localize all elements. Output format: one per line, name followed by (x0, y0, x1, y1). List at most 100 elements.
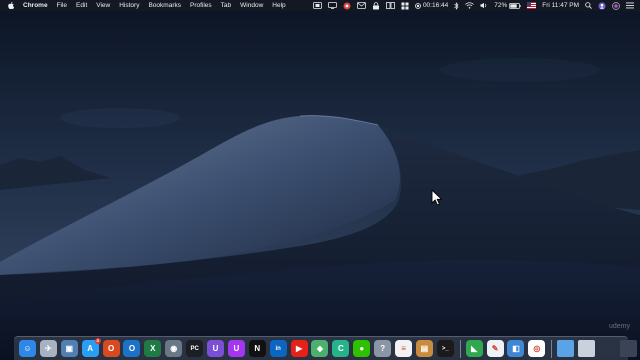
red-status-icon[interactable] (343, 0, 351, 11)
linkedin-glyph: in (275, 345, 281, 352)
preview-glyph: ▣ (65, 343, 74, 353)
battery-icon (509, 2, 521, 9)
u-app-icon[interactable]: U (207, 340, 225, 357)
wechat-glyph: ● (359, 343, 365, 353)
youtube-glyph: ▶ (296, 343, 303, 353)
help-glyph: ? (380, 343, 386, 353)
udemy-glyph: U (233, 343, 240, 353)
office-icon[interactable]: O (102, 340, 120, 357)
menu-view[interactable]: View (96, 0, 110, 11)
menu-tab[interactable]: Tab (221, 0, 231, 11)
linkedin-icon[interactable]: in (269, 340, 287, 357)
pycharm-icon[interactable]: PC (186, 340, 204, 357)
terminal-glyph: >_ (441, 345, 449, 352)
screenshot-icon[interactable]: ◧ (507, 340, 525, 357)
excel-icon[interactable]: X (144, 340, 162, 357)
desktop[interactable]: Chrome File Edit View History Bookmarks … (0, 0, 640, 360)
user-avatar-icon[interactable] (598, 0, 606, 11)
vpn-icon[interactable] (372, 0, 380, 11)
grid-icon[interactable] (401, 0, 409, 11)
camtasia-glyph: ◣ (471, 343, 478, 353)
chrome-icon[interactable]: ◎ (528, 340, 546, 357)
preview-icon[interactable]: ▣ (60, 340, 78, 357)
screen-record-icon[interactable] (313, 0, 322, 11)
display-icon[interactable] (328, 0, 337, 11)
netflix-icon[interactable]: N (248, 340, 266, 357)
timer-text: 00:16:44 (422, 2, 449, 9)
app-store-glyph: A (87, 343, 94, 353)
help-icon[interactable]: ? (374, 340, 392, 357)
menu-bar: Chrome File Edit View History Bookmarks … (0, 0, 640, 11)
finder-glyph: ☺ (23, 343, 32, 353)
textedit-glyph: ✎ (491, 343, 499, 353)
textedit-icon[interactable]: ✎ (486, 340, 504, 357)
stack-icon[interactable] (599, 340, 617, 357)
bluetooth-icon[interactable] (454, 0, 459, 11)
siri-icon[interactable] (612, 0, 620, 11)
udemy-icon[interactable]: U (227, 340, 245, 357)
camtasia-icon[interactable]: ◣ (465, 340, 483, 357)
todoist-glyph: ≡ (401, 343, 406, 353)
spotlight-search-icon[interactable] (585, 0, 592, 11)
mail-icon[interactable] (357, 0, 366, 11)
disk-utility-icon[interactable]: ◉ (165, 340, 183, 357)
screenshot-glyph: ◧ (512, 343, 520, 353)
mouse-cursor-icon (431, 189, 443, 206)
notification-badge: 4 (94, 338, 101, 344)
dock-folders (557, 340, 640, 357)
pycharm-glyph: PC (190, 345, 199, 352)
app-store-icon[interactable]: A4 (81, 338, 101, 357)
clock[interactable]: Fri 11:47 PM (542, 0, 579, 11)
wechat-icon[interactable]: ● (353, 340, 371, 357)
notification-center-icon[interactable] (626, 0, 634, 11)
menu-window[interactable]: Window (240, 0, 263, 11)
menu-help[interactable]: Help (272, 0, 285, 11)
volume-icon[interactable] (480, 0, 488, 11)
menu-profiles[interactable]: Profiles (190, 0, 212, 11)
terminal-icon[interactable]: >_ (436, 340, 454, 357)
youtube-icon[interactable]: ▶ (290, 340, 308, 357)
clion-glyph: C (337, 343, 344, 353)
record-timer[interactable]: 00:16:44 (415, 0, 448, 11)
u-app-glyph: U (212, 343, 219, 353)
stack-icon[interactable] (578, 340, 596, 357)
dock-separator (551, 339, 553, 358)
launchpad-icon[interactable]: ✈ (39, 340, 57, 357)
menu-file[interactable]: File (57, 0, 67, 11)
finder-icon[interactable]: ☺ (19, 340, 36, 357)
todoist-icon[interactable]: ≡ (395, 340, 413, 357)
menu-app-name[interactable]: Chrome (23, 0, 48, 11)
apple-icon[interactable] (8, 2, 14, 9)
record-dot-icon (415, 2, 421, 9)
outlook-glyph: O (128, 343, 136, 353)
input-flag-icon[interactable] (527, 0, 537, 11)
dock: ☺ ✈ ▣ A 4 O O X ◉ PC U U Nin ▶ ◆ C ●? ≡ ▤ >_ ◣ ✎ ◧ ◎ (14, 336, 637, 360)
launchpad-glyph: ✈ (45, 343, 52, 353)
folder-icon[interactable] (557, 340, 575, 357)
excel-glyph: X (150, 343, 156, 353)
outlook-icon[interactable]: O (123, 340, 141, 357)
maps-glyph: ◆ (316, 343, 324, 353)
archive-icon[interactable]: ▤ (415, 340, 433, 357)
clion-icon[interactable]: C (332, 340, 350, 357)
stack-icon[interactable] (619, 340, 637, 357)
battery-status[interactable]: 72% (494, 0, 521, 11)
netflix-glyph: N (254, 343, 261, 353)
wallpaper-dunes (0, 0, 640, 360)
dock-right-apps: ◣ ✎ ◧ ◎ (465, 340, 550, 357)
disk-utility-glyph: ◉ (170, 343, 178, 353)
window-tool-icon[interactable] (386, 0, 395, 11)
menu-history[interactable]: History (119, 0, 139, 11)
wifi-icon[interactable] (465, 0, 475, 11)
maps-icon[interactable]: ◆ (311, 340, 329, 357)
menu-bookmarks[interactable]: Bookmarks (148, 0, 181, 11)
menu-edit[interactable]: Edit (76, 0, 87, 11)
udemy-watermark: udemy (608, 323, 630, 330)
office-glyph: O (107, 343, 115, 353)
menu-bar-status: 00:16:44 72% Fri 11:47 PM (307, 0, 640, 11)
menu-bar-left: Chrome File Edit View History Bookmarks … (0, 0, 295, 11)
archive-glyph: ▤ (420, 343, 429, 353)
dock-separator (459, 339, 461, 358)
chrome-glyph: ◎ (533, 343, 541, 353)
battery-percent: 72% (494, 2, 508, 9)
